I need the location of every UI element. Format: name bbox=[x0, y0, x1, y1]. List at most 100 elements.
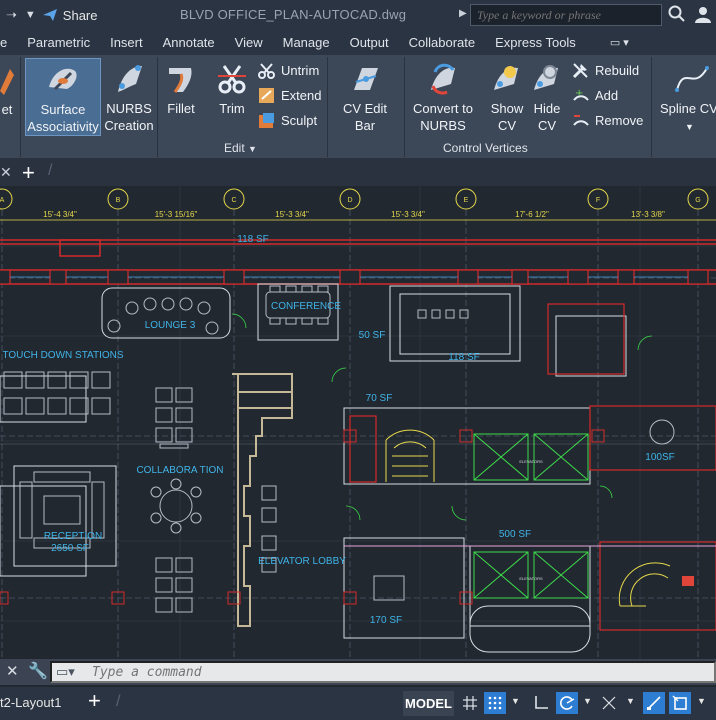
undo-arrow-icon[interactable]: ➝ bbox=[6, 7, 17, 23]
tab-partial[interactable]: e bbox=[0, 35, 17, 50]
command-input[interactable] bbox=[50, 661, 716, 683]
elevators-label-bottom: ELEVATORS bbox=[519, 576, 543, 581]
ribbon-separator bbox=[651, 57, 652, 157]
partial-surface-icon bbox=[0, 69, 14, 95]
room-label-2650sf: 2650 SF bbox=[51, 543, 89, 554]
interior-walls bbox=[0, 283, 627, 653]
canvas-grid bbox=[0, 186, 716, 662]
extend-button[interactable]: Extend bbox=[258, 87, 321, 104]
share-icon bbox=[42, 9, 57, 21]
grid-label-c: C bbox=[231, 197, 236, 204]
edit-panel-label[interactable]: Edit ▼ bbox=[224, 141, 257, 155]
nurbs-creation-label-1: NURBS bbox=[106, 101, 152, 116]
tab-parametric[interactable]: Parametric bbox=[17, 35, 100, 50]
quick-access-toolbar: ➝ ▼ bbox=[0, 7, 36, 23]
rebuild-button[interactable]: Rebuild bbox=[572, 62, 639, 79]
room-label-500sf: 500 SF bbox=[499, 529, 531, 540]
search-expand-icon[interactable]: ▶ bbox=[459, 8, 467, 19]
fillet-button[interactable]: Fillet bbox=[162, 62, 200, 117]
fillet-icon bbox=[169, 68, 192, 93]
add-cv-label: Add bbox=[595, 88, 619, 103]
add-cv-icon: + bbox=[573, 88, 589, 101]
cv-edit-bar-icon bbox=[354, 68, 378, 90]
extend-icon bbox=[259, 88, 274, 103]
status-bar: t2-Layout1 + / MODEL ▼ ▼ ▼ ▼ bbox=[0, 687, 716, 720]
quick-access-dropdown-icon[interactable]: ▼ bbox=[25, 9, 36, 21]
grid-display-icon[interactable] bbox=[459, 692, 481, 714]
elevators-label-top: ELEVATORS bbox=[519, 459, 543, 464]
add-layout-icon[interactable]: + bbox=[88, 688, 101, 714]
surface-associativity-icon bbox=[49, 68, 77, 91]
close-command-line-icon[interactable]: ✕ bbox=[6, 662, 19, 680]
search-input[interactable] bbox=[470, 4, 662, 26]
tab-annotate[interactable]: Annotate bbox=[153, 35, 225, 50]
polar-dropdown-icon[interactable]: ▼ bbox=[583, 696, 592, 706]
isodraft-icon[interactable] bbox=[598, 692, 620, 714]
tab-view[interactable]: View bbox=[225, 35, 273, 50]
new-tab-icon[interactable]: + bbox=[22, 160, 35, 186]
snap-dropdown-icon[interactable]: ▼ bbox=[511, 696, 520, 706]
close-tab-icon[interactable]: ✕ bbox=[0, 164, 12, 181]
untrim-button[interactable]: Untrim bbox=[258, 62, 319, 79]
dimension-ef: 17'-6 1/2" bbox=[515, 210, 549, 219]
ribbon-panel: et Surface Associativity NURBS Creation … bbox=[0, 55, 716, 158]
svg-text:+: + bbox=[575, 88, 583, 99]
cv-edit-bar-label: CV Edit Bar bbox=[342, 101, 388, 133]
command-line: ✕ 🔧 ▭▾ bbox=[0, 659, 716, 685]
rebuild-label: Rebuild bbox=[595, 63, 640, 78]
convert-to-nurbs-button[interactable]: Convert to NURBS bbox=[410, 62, 476, 134]
grid-bubbles bbox=[0, 188, 709, 210]
sculpt-button[interactable]: Sculpt bbox=[258, 112, 317, 129]
room-label-collaboration: COLLABORA TION bbox=[136, 465, 223, 476]
trim-button[interactable]: Trim bbox=[214, 62, 250, 117]
scissors-icon bbox=[218, 65, 246, 94]
remove-cv-label: Remove bbox=[595, 113, 644, 128]
drawing-canvas[interactable]: A B C D E F G 15'-4 3/4" 15'-3 15/16" 15… bbox=[0, 186, 716, 662]
dimension-bc: 15'-3 15/16" bbox=[155, 210, 198, 219]
spline-cv-button[interactable]: Spline CV ▼ bbox=[660, 62, 716, 136]
object-snap-tracking-icon[interactable] bbox=[643, 692, 665, 714]
edit-panel-title: Edit bbox=[224, 141, 245, 155]
user-icon[interactable] bbox=[694, 5, 712, 23]
convert-to-nurbs-label-2: NURBS bbox=[420, 118, 466, 133]
share-button[interactable]: Share bbox=[42, 8, 98, 23]
command-history-icon[interactable]: ▭▾ bbox=[56, 664, 75, 680]
ribbon-separator bbox=[157, 57, 158, 157]
dimension-de: 15'-3 3/4" bbox=[391, 210, 425, 219]
customize-wrench-icon[interactable]: 🔧 bbox=[28, 661, 48, 681]
surface-associativity-button[interactable]: Surface Associativity bbox=[25, 58, 101, 136]
ribbon-separator bbox=[327, 57, 328, 157]
layout-tab[interactable]: t2-Layout1 bbox=[0, 695, 61, 710]
tab-manage[interactable]: Manage bbox=[273, 35, 340, 50]
nurbs-creation-button[interactable]: NURBS Creation bbox=[104, 62, 154, 134]
partial-ribbon-button[interactable]: et bbox=[0, 61, 16, 118]
object-snap-icon[interactable] bbox=[669, 692, 691, 714]
polar-tracking-icon[interactable] bbox=[556, 692, 578, 714]
isodraft-dropdown-icon[interactable]: ▼ bbox=[626, 696, 635, 706]
ribbon-display-toggle-icon[interactable]: ▭ ▾ bbox=[600, 36, 639, 49]
spline-cv-dropdown-icon[interactable]: ▼ bbox=[685, 122, 694, 132]
add-cv-button[interactable]: + Add bbox=[572, 87, 618, 104]
model-space-button[interactable]: MODEL bbox=[403, 691, 454, 716]
show-cv-button[interactable]: Show CV bbox=[485, 62, 529, 134]
untrim-label: Untrim bbox=[281, 63, 320, 78]
hide-cv-button[interactable]: Hide CV bbox=[527, 62, 567, 134]
tab-insert[interactable]: Insert bbox=[100, 35, 153, 50]
snap-mode-icon[interactable] bbox=[484, 692, 506, 714]
ortho-mode-icon[interactable] bbox=[530, 692, 552, 714]
dimension-cd: 15'-3 3/4" bbox=[275, 210, 309, 219]
cv-edit-bar-button[interactable]: CV Edit Bar bbox=[332, 62, 398, 134]
object-snap-dropdown-icon[interactable]: ▼ bbox=[697, 696, 706, 706]
tab-output[interactable]: Output bbox=[340, 35, 399, 50]
room-label-170sf: 170 SF bbox=[370, 615, 402, 626]
room-label-70sf: 70 SF bbox=[366, 393, 393, 404]
convert-to-nurbs-icon bbox=[431, 63, 455, 95]
untrim-icon bbox=[258, 63, 275, 79]
show-cv-label-2: CV bbox=[497, 118, 517, 133]
hide-cv-label-2: CV bbox=[537, 118, 557, 133]
tab-collaborate[interactable]: Collaborate bbox=[399, 35, 486, 50]
hide-cv-icon bbox=[534, 65, 558, 90]
remove-cv-button[interactable]: Remove bbox=[572, 112, 643, 129]
tab-express-tools[interactable]: Express Tools bbox=[485, 35, 586, 50]
search-icon[interactable] bbox=[668, 5, 686, 23]
